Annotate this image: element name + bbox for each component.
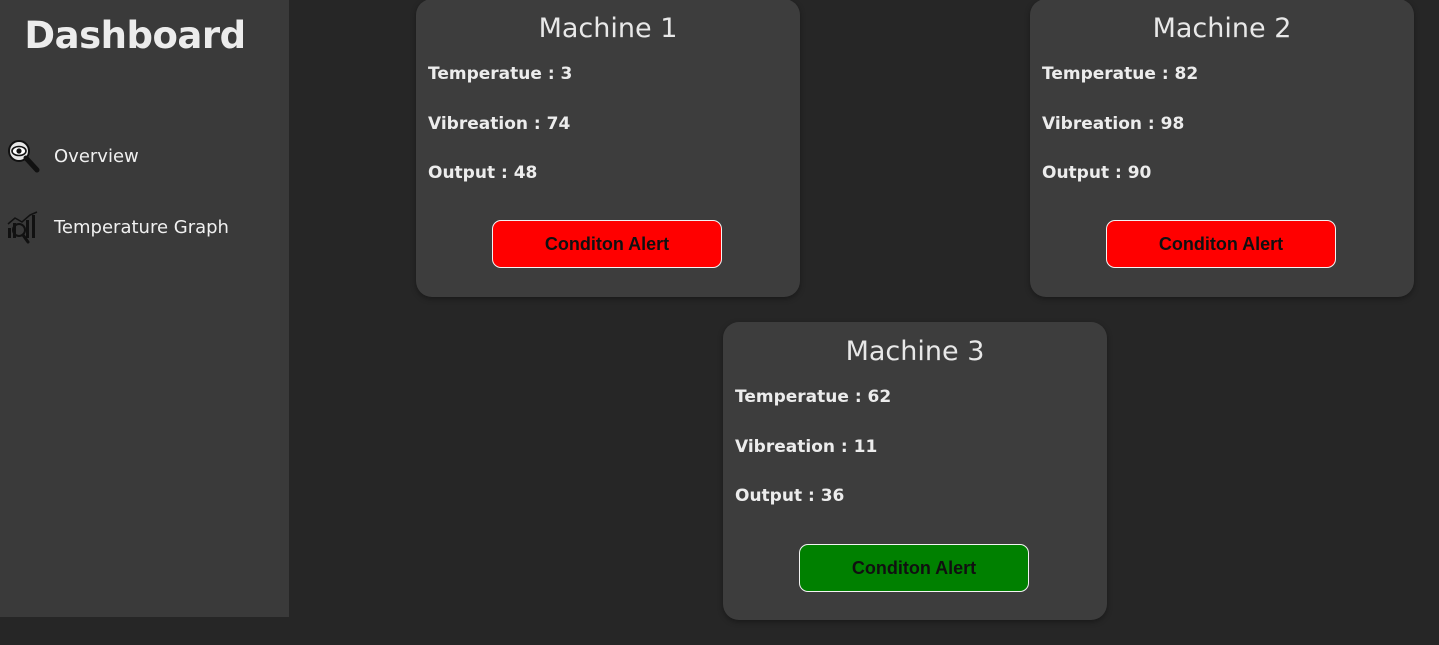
temperature-reading: Temperatue : 82 xyxy=(1042,64,1199,84)
output-reading: Output : 48 xyxy=(428,163,538,183)
vibration-reading: Vibreation : 98 xyxy=(1042,114,1185,134)
machine-card-3: Machine 3 Temperatue : 62 Vibreation : 1… xyxy=(723,322,1107,620)
vibration-reading: Vibreation : 74 xyxy=(428,114,571,134)
temperature-reading: Temperatue : 62 xyxy=(735,387,892,407)
nav-item-overview-label: Overview xyxy=(54,145,139,167)
vibration-reading: Vibreation : 11 xyxy=(735,437,878,457)
magnifier-eye-icon xyxy=(6,139,40,173)
output-reading: Output : 36 xyxy=(735,486,845,506)
condition-alert-button[interactable]: Conditon Alert xyxy=(799,544,1029,592)
temperature-reading: Temperatue : 3 xyxy=(428,64,573,84)
nav-item-overview[interactable]: Overview xyxy=(6,139,139,173)
machine-card-2: Machine 2 Temperatue : 82 Vibreation : 9… xyxy=(1030,0,1414,297)
nav-item-temperature-graph-label: Temperature Graph xyxy=(54,216,229,238)
output-reading: Output : 90 xyxy=(1042,163,1152,183)
machine-title: Machine 3 xyxy=(845,336,985,367)
condition-alert-button[interactable]: Conditon Alert xyxy=(1106,220,1336,268)
dashboard-title: Dashboard xyxy=(24,14,246,57)
nav-item-temperature-graph[interactable]: Temperature Graph xyxy=(6,210,229,244)
sidebar: Dashboard Overview Temperature Graph xyxy=(0,0,289,617)
condition-alert-button[interactable]: Conditon Alert xyxy=(492,220,722,268)
machine-title: Machine 1 xyxy=(538,13,678,44)
machine-title: Machine 2 xyxy=(1152,13,1292,44)
machine-card-1: Machine 1 Temperatue : 3 Vibreation : 74… xyxy=(416,0,800,297)
chart-magnifier-icon xyxy=(6,210,40,244)
